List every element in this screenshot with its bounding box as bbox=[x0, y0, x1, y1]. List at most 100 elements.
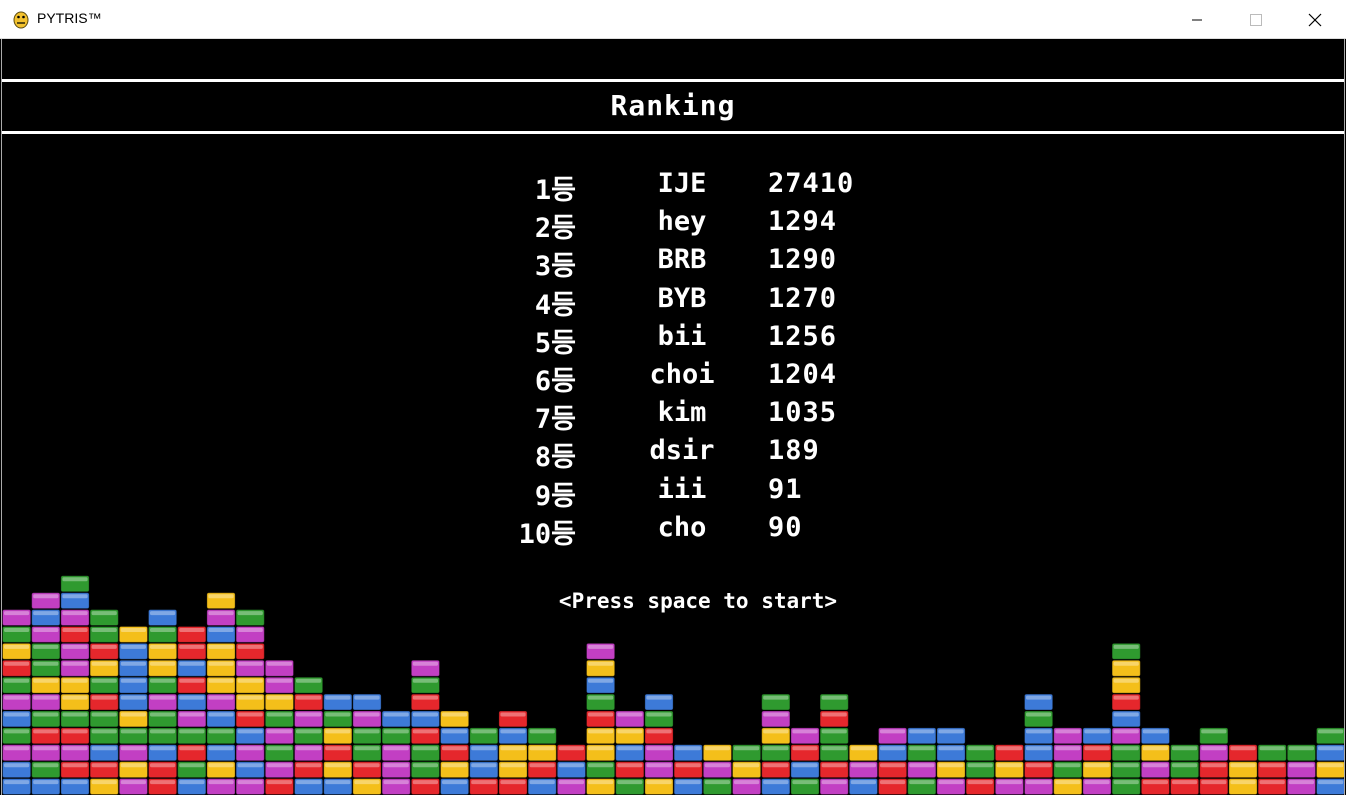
tetris-block bbox=[498, 761, 528, 779]
tetris-block bbox=[235, 744, 265, 762]
tetris-block bbox=[848, 761, 878, 779]
tetris-block bbox=[615, 744, 645, 762]
tetris-block bbox=[235, 710, 265, 728]
tetris-block bbox=[264, 761, 294, 779]
tetris-block bbox=[790, 727, 820, 745]
tetris-block bbox=[1111, 744, 1141, 762]
tetris-block bbox=[31, 676, 61, 694]
tetris-block bbox=[148, 744, 178, 762]
player-name: choi bbox=[649, 359, 715, 390]
tetris-block bbox=[177, 659, 207, 677]
tetris-block bbox=[1140, 761, 1171, 779]
tetris-block bbox=[352, 744, 382, 762]
tetris-block bbox=[761, 693, 791, 711]
tetris-block bbox=[410, 778, 440, 795]
rank-label: 1등 bbox=[534, 175, 576, 206]
tetris-block bbox=[556, 744, 586, 762]
tetris-block bbox=[206, 710, 236, 728]
tetris-block bbox=[235, 778, 265, 795]
ranking-heading: Ranking bbox=[610, 89, 736, 122]
tetris-block bbox=[177, 710, 207, 728]
tetris-block bbox=[440, 778, 470, 795]
start-prompt: <Press space to start> bbox=[558, 589, 838, 613]
tetris-block bbox=[878, 778, 908, 795]
tetris-block bbox=[644, 761, 674, 779]
tetris-block bbox=[498, 744, 528, 762]
tetris-block bbox=[294, 744, 324, 762]
tetris-block bbox=[31, 778, 61, 795]
tetris-block bbox=[206, 676, 236, 694]
tetris-block bbox=[2, 727, 32, 745]
rank-label: 8등 bbox=[534, 442, 576, 474]
tetris-block bbox=[498, 778, 528, 795]
tetris-block bbox=[2, 659, 32, 677]
tetris-block bbox=[819, 710, 849, 728]
tetris-block bbox=[323, 710, 353, 728]
tetris-block bbox=[89, 744, 119, 762]
tetris-block bbox=[323, 744, 353, 762]
tetris-block bbox=[586, 642, 616, 660]
tetris-block bbox=[294, 693, 324, 711]
tetris-block bbox=[89, 778, 119, 795]
tetris-block bbox=[31, 693, 61, 711]
title-bar[interactable]: PYTRIS™ bbox=[0, 0, 1346, 39]
tetris-block bbox=[148, 778, 178, 795]
player-name: cho bbox=[657, 511, 707, 543]
tetris-block bbox=[264, 727, 294, 745]
tetris-block bbox=[965, 761, 995, 779]
tetris-block bbox=[586, 761, 616, 779]
maximize-button[interactable] bbox=[1227, 0, 1285, 39]
ranking-row: 3등 BRB 1290 bbox=[2, 244, 1344, 282]
tetris-block bbox=[148, 659, 178, 677]
tetris-block bbox=[89, 642, 119, 660]
tetris-block bbox=[819, 778, 849, 795]
tetris-block bbox=[1199, 727, 1229, 745]
tetris-block bbox=[31, 710, 61, 728]
close-button[interactable] bbox=[1286, 0, 1344, 39]
tetris-block bbox=[586, 693, 616, 711]
tetris-block bbox=[761, 744, 791, 762]
tetris-block bbox=[148, 710, 178, 728]
tetris-block bbox=[89, 693, 119, 711]
rank-label: 3등 bbox=[534, 251, 576, 283]
tetris-block bbox=[352, 761, 382, 779]
tetris-block bbox=[206, 626, 236, 643]
tetris-block bbox=[206, 642, 236, 660]
player-score: 1270 bbox=[768, 282, 838, 314]
minimize-icon bbox=[1192, 19, 1202, 20]
tetris-block bbox=[527, 744, 557, 762]
minimize-button[interactable] bbox=[1168, 0, 1226, 39]
tetris-block bbox=[1170, 761, 1200, 779]
tetris-block bbox=[1228, 761, 1258, 779]
tetris-block bbox=[1111, 642, 1141, 660]
tetris-block bbox=[615, 710, 645, 728]
ranking-row: 7등 kim 1035 bbox=[2, 397, 1344, 435]
tetris-block bbox=[1228, 744, 1258, 762]
tetris-block bbox=[1024, 761, 1054, 779]
tetris-block bbox=[264, 676, 294, 694]
tetris-block bbox=[1111, 778, 1141, 795]
tetris-block bbox=[235, 676, 265, 694]
tetris-block bbox=[1286, 744, 1317, 762]
tetris-block bbox=[2, 642, 32, 660]
tetris-block bbox=[1257, 778, 1287, 795]
player-name: kim bbox=[657, 397, 707, 429]
tetris-block bbox=[732, 778, 762, 795]
game-screen[interactable]: Ranking 1등 IJE 27410 2등 hey 1294 3등 BRB 1290 4등 BY… bbox=[1, 39, 1345, 795]
tetris-block bbox=[294, 727, 324, 745]
tetris-block bbox=[878, 727, 908, 745]
tetris-block bbox=[586, 710, 616, 728]
tetris-block bbox=[1111, 676, 1141, 694]
tetris-block bbox=[1053, 744, 1083, 762]
tetris-block bbox=[1316, 778, 1344, 795]
tetris-block bbox=[761, 727, 791, 745]
tetris-block bbox=[498, 710, 528, 728]
tetris-block bbox=[31, 642, 61, 660]
tetris-block bbox=[235, 659, 265, 677]
tetris-block bbox=[965, 778, 995, 795]
tetris-block bbox=[118, 676, 149, 694]
tetris-block bbox=[469, 778, 499, 795]
player-score: 91 bbox=[768, 473, 803, 505]
tetris-block bbox=[878, 744, 908, 762]
tetris-block bbox=[177, 744, 207, 762]
